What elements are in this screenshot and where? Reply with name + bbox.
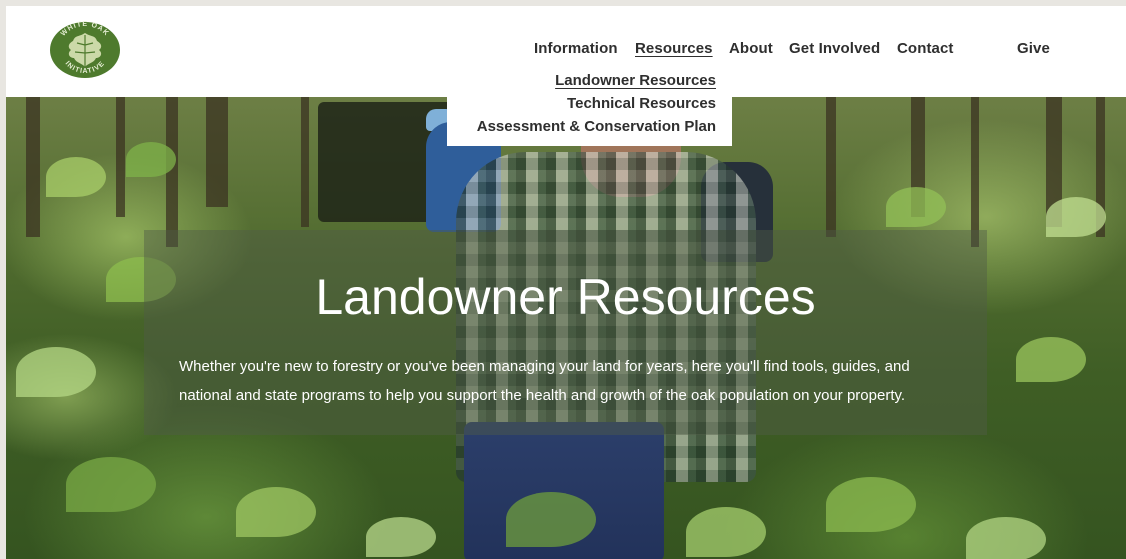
nav-information[interactable]: Information (534, 40, 618, 57)
nav-resources[interactable]: Resources (635, 40, 713, 57)
dropdown-item-technical-resources[interactable]: Technical Resources (567, 95, 716, 112)
dropdown-item-assessment-conservation-plan[interactable]: Assessment & Conservation Plan (477, 118, 716, 135)
page-title: Landowner Resources (315, 269, 816, 325)
nav-about[interactable]: About (729, 40, 773, 57)
main-nav: Information Resources About Get Involved… (6, 40, 1126, 64)
dropdown-item-landowner-resources[interactable]: Landowner Resources (555, 72, 716, 89)
resources-dropdown-menu: Landowner Resources Technical Resources … (447, 68, 732, 146)
hero-description: Whether you're new to forestry or you've… (179, 358, 910, 404)
nav-contact[interactable]: Contact (897, 40, 954, 57)
page-frame: WHITE OAK INITIATIVE Information Resourc… (6, 6, 1126, 559)
hero-text-overlay: Landowner Resources Whether you're new t… (144, 230, 987, 435)
hero-section: Landowner Resources Whether you're new t… (6, 97, 1126, 559)
nav-get-involved[interactable]: Get Involved (789, 40, 880, 57)
nav-give[interactable]: Give (1017, 40, 1050, 57)
